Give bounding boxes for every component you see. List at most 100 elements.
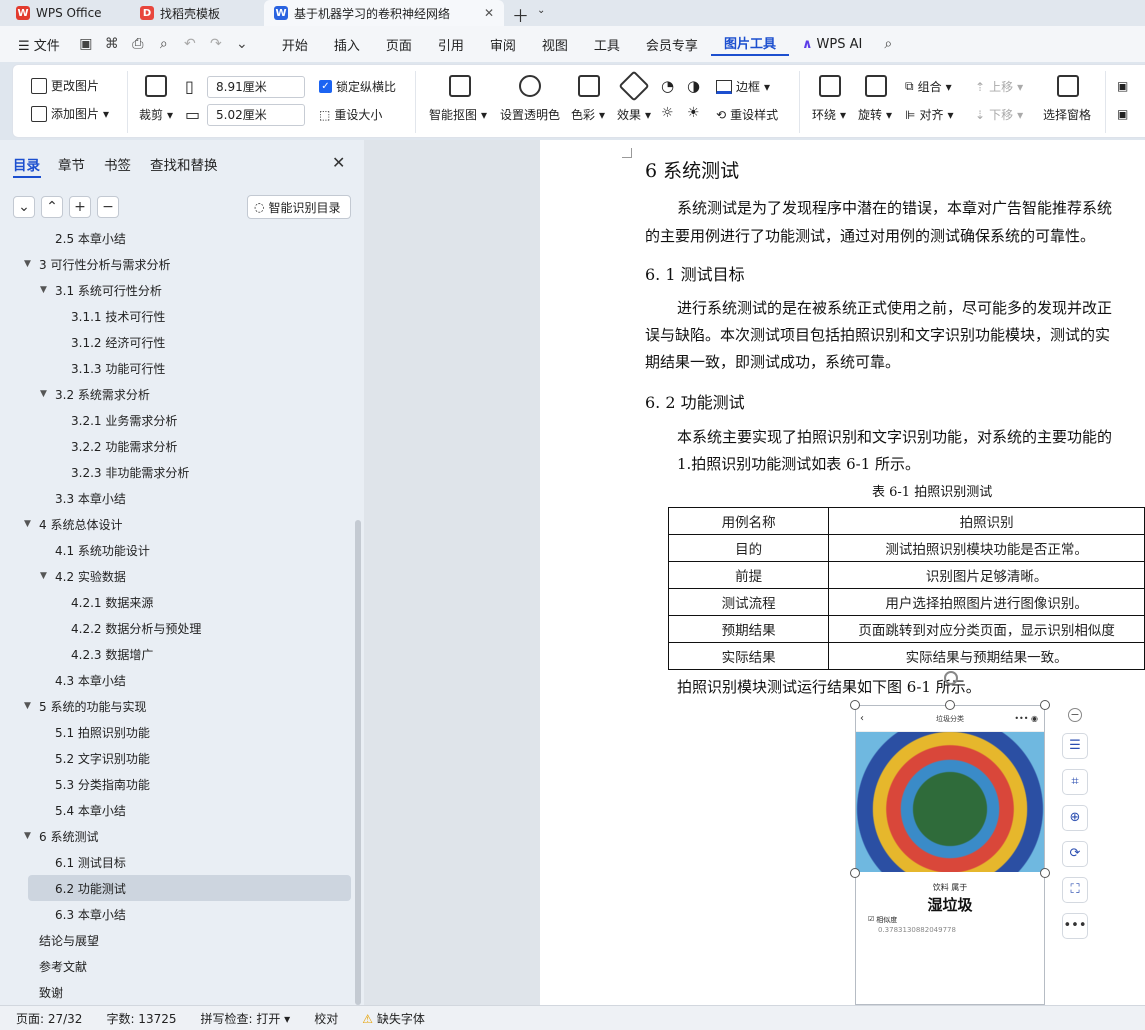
expand-arrow-icon[interactable]: ▼ <box>24 519 31 529</box>
layout-options-icon[interactable]: ☰ <box>1062 733 1088 759</box>
spell-check[interactable]: 拼写检查: 打开 ▾ <box>189 1010 303 1027</box>
menu-vip[interactable]: 会员专享 <box>633 35 711 54</box>
toc-item[interactable]: 6.1 测试目标 <box>0 849 355 875</box>
toc-item[interactable]: 4.2.1 数据来源 <box>0 589 355 615</box>
crop-tool-icon[interactable]: ⌗ <box>1062 769 1088 795</box>
reset-style-button[interactable]: ⟲ 重设样式 <box>716 106 778 123</box>
rotate-handle-icon[interactable] <box>944 671 958 685</box>
menu-tools[interactable]: 工具 <box>581 35 633 54</box>
rotate-button[interactable]: 旋转 ▾ <box>858 106 892 123</box>
more-icon-2[interactable]: ▣ <box>1117 107 1128 121</box>
wps-ai-button[interactable]: ∧ WPS AI <box>789 37 875 52</box>
tab-chapters[interactable]: 章节 <box>58 154 85 174</box>
tab-document[interactable]: W 基于机器学习的卷积神经网络 ✕ <box>264 0 504 26</box>
color-icon[interactable] <box>578 75 600 97</box>
reset-size-button[interactable]: ⬚ 重设大小 <box>319 106 382 123</box>
selection-pane-button[interactable]: 选择窗格 <box>1043 106 1091 123</box>
toc-item[interactable]: 5.2 文字识别功能 <box>0 745 355 771</box>
print-icon[interactable]: ⎙ <box>125 36 151 52</box>
align-button[interactable]: ⊫ 对齐 ▾ <box>905 106 954 123</box>
more-options-icon[interactable]: ••• <box>1062 913 1088 939</box>
toc-item[interactable]: 6.3 本章小结 <box>0 901 355 927</box>
move-up-button[interactable]: ⌃ <box>41 196 63 218</box>
redo-icon[interactable]: ↷ <box>203 36 229 52</box>
toc-item[interactable]: ▼ 6 系统测试 <box>0 823 355 849</box>
wrap-button[interactable]: 环绕 ▾ <box>812 106 846 123</box>
toc-item[interactable]: 6.2 功能测试 <box>28 875 351 901</box>
toc-item[interactable]: 3.2.3 非功能需求分析 <box>0 459 355 485</box>
effects-icon[interactable] <box>618 70 650 102</box>
resize-handle-t[interactable] <box>945 700 955 710</box>
toc-item[interactable]: ▼ 3.1 系统可行性分析 <box>0 277 355 303</box>
file-menu[interactable]: ☰ 文件 <box>0 35 73 54</box>
remove-item-button[interactable]: − <box>97 196 119 218</box>
lock-ratio-checkbox[interactable]: ✓ 锁定纵横比 <box>319 78 396 95</box>
menu-reference[interactable]: 引用 <box>425 35 477 54</box>
chevron-down-icon[interactable]: ⌄ <box>537 5 545 16</box>
width-input[interactable]: 8.91厘米 <box>207 76 305 98</box>
crop-icon[interactable] <box>145 75 167 97</box>
expand-arrow-icon[interactable]: ▼ <box>40 389 47 399</box>
menu-start[interactable]: 开始 <box>269 35 321 54</box>
add-item-button[interactable]: + <box>69 196 91 218</box>
toc-item[interactable]: 5.4 本章小结 <box>0 797 355 823</box>
collapse-all-button[interactable]: ⌄ <box>13 196 35 218</box>
toc-item[interactable]: 致谢 <box>0 979 355 1005</box>
effects-button[interactable]: 效果 ▾ <box>617 106 651 123</box>
search-icon[interactable]: ⌕ <box>875 36 901 52</box>
send-backward-button[interactable]: ⇣ 下移 ▾ <box>975 106 1023 123</box>
menu-page[interactable]: 页面 <box>373 35 425 54</box>
close-icon[interactable]: ✕ <box>484 6 494 20</box>
toc-item[interactable]: 3.3 本章小结 <box>0 485 355 511</box>
undo-icon[interactable]: ↶ <box>177 36 203 52</box>
toc-item[interactable]: ▼ 5 系统的功能与实现 <box>0 693 355 719</box>
crop-button[interactable]: 裁剪 ▾ <box>139 106 173 123</box>
toc-item[interactable]: 4.2.3 数据增广 <box>0 641 355 667</box>
toc-item[interactable]: 3.1.3 功能可行性 <box>0 355 355 381</box>
ocr-icon[interactable]: ⛶ <box>1062 877 1088 903</box>
toc-item[interactable]: 3.2.2 功能需求分析 <box>0 433 355 459</box>
toc-item[interactable]: ▼ 4 系统总体设计 <box>0 511 355 537</box>
toc-item[interactable]: ▼ 4.2 实验数据 <box>0 563 355 589</box>
resize-handle-tr[interactable] <box>1040 700 1050 710</box>
preview-icon[interactable]: ⌕ <box>151 36 177 52</box>
transparent-color-icon[interactable] <box>519 75 541 97</box>
rotate-tool-icon[interactable]: ⟳ <box>1062 841 1088 867</box>
brightness-icon[interactable]: ☼ <box>661 105 674 121</box>
toc-item[interactable]: 5.1 拍照识别功能 <box>0 719 355 745</box>
toc-item[interactable]: 2.5 本章小结 <box>0 225 355 251</box>
missing-font[interactable]: ⚠ 缺失字体 <box>350 1010 437 1027</box>
word-count[interactable]: 字数: 13725 <box>94 1010 188 1027</box>
menu-review[interactable]: 审阅 <box>477 35 529 54</box>
expand-arrow-icon[interactable]: ▼ <box>24 831 31 841</box>
new-tab-icon[interactable]: ＋ <box>512 2 529 27</box>
tab-bookmarks[interactable]: 书签 <box>104 154 131 174</box>
brightness-up-icon[interactable]: ◔ <box>661 77 674 95</box>
smart-toc-button[interactable]: ◌ 智能识别目录 <box>247 195 351 219</box>
add-picture-button[interactable]: 添加图片 ▾ <box>31 105 109 122</box>
zoom-in-icon[interactable]: ⊕ <box>1062 805 1088 831</box>
expand-arrow-icon[interactable]: ▼ <box>24 259 31 269</box>
color-button[interactable]: 色彩 ▾ <box>571 106 605 123</box>
rotate-icon[interactable] <box>865 75 887 97</box>
change-picture-button[interactable]: 更改图片 <box>31 77 99 94</box>
tab-find-replace[interactable]: 查找和替换 <box>150 154 218 174</box>
tab-template[interactable]: D 找稻壳模板 <box>130 0 260 26</box>
selection-pane-icon[interactable] <box>1057 75 1079 97</box>
menu-insert[interactable]: 插入 <box>321 35 373 54</box>
wrap-icon[interactable] <box>819 75 841 97</box>
page-count[interactable]: 页面: 27/32 <box>0 1010 94 1027</box>
toc-item[interactable]: ▼ 3.2 系统需求分析 <box>0 381 355 407</box>
bring-forward-button[interactable]: ⇡ 上移 ▾ <box>975 78 1023 95</box>
brightness-down-icon[interactable]: ☀ <box>687 105 700 121</box>
proofread[interactable]: 校对 <box>302 1010 350 1027</box>
nav-scrollbar[interactable] <box>355 520 361 1005</box>
toc-item[interactable]: 5.3 分类指南功能 <box>0 771 355 797</box>
chevron-down-icon[interactable]: ⌄ <box>229 36 255 52</box>
expand-arrow-icon[interactable]: ▼ <box>24 701 31 711</box>
toc-item[interactable]: 4.1 系统功能设计 <box>0 537 355 563</box>
toc-item[interactable]: 结论与展望 <box>0 927 355 953</box>
menu-picture-tools[interactable]: 图片工具 <box>710 33 789 56</box>
transparent-color-button[interactable]: 设置透明色 <box>500 106 560 123</box>
toc-item[interactable]: 参考文献 <box>0 953 355 979</box>
